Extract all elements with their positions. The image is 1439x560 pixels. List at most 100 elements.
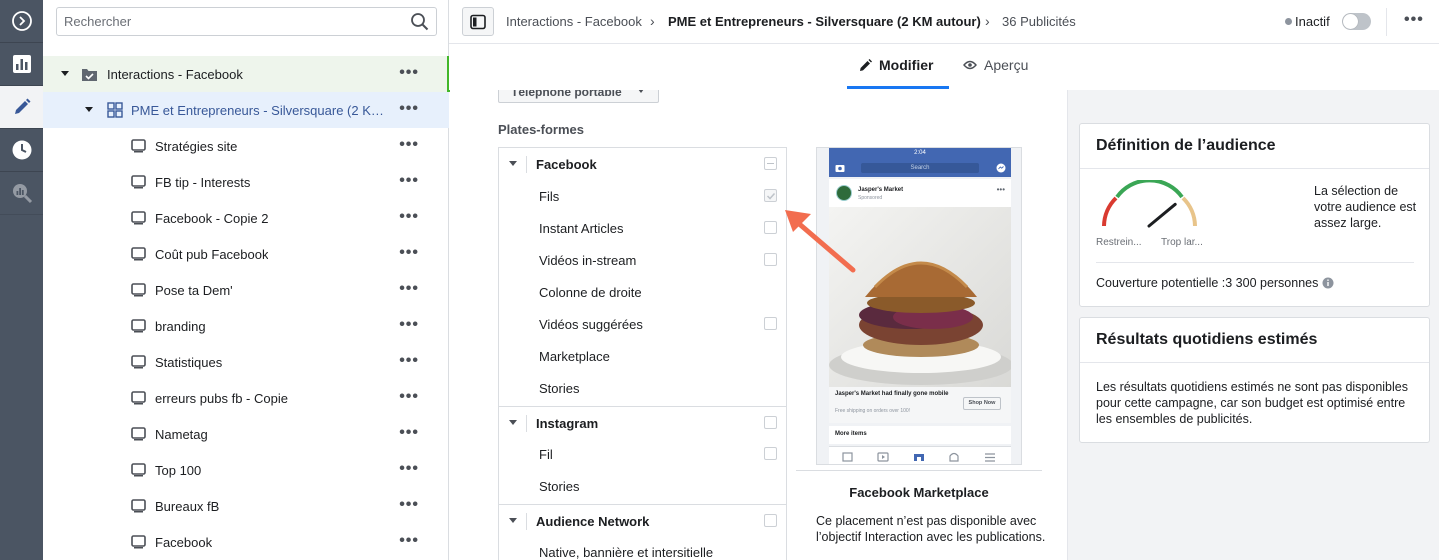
row-more-button[interactable]: ••• — [399, 101, 419, 117]
tab-preview[interactable]: Aperçu — [963, 57, 1028, 73]
placement-row[interactable]: Instant Articles — [499, 212, 786, 244]
tree-row-campaign[interactable]: Interactions - Facebook ••• — [43, 56, 450, 92]
placement-row[interactable]: Fil — [499, 438, 786, 470]
messenger-icon — [996, 163, 1006, 173]
row-more-button[interactable]: ••• — [399, 425, 419, 441]
tree-row-ad[interactable]: Stratégies site ••• — [43, 128, 449, 164]
tree-row-ad[interactable]: Bureaux fB ••• — [43, 488, 449, 524]
platform-group-row[interactable]: Audience Network — [499, 504, 786, 536]
tree-search-box[interactable] — [56, 7, 437, 36]
tree-row-ad[interactable]: Facebook - Copie 2 ••• — [43, 200, 449, 236]
rail-reports-button[interactable] — [0, 43, 43, 86]
header-divider — [1386, 8, 1387, 36]
ad-name: Pose ta Dem' — [155, 283, 233, 298]
row-more-button[interactable]: ••• — [399, 497, 419, 513]
rail-analyze-button[interactable] — [0, 172, 43, 215]
tree-row-ad[interactable]: Nametag ••• — [43, 416, 449, 452]
tree-row-ad[interactable]: Facebook ••• — [43, 524, 449, 560]
row-more-button[interactable]: ••• — [399, 353, 419, 369]
placement-checkbox[interactable] — [764, 189, 777, 202]
tree-row-ad[interactable]: FB tip - Interests ••• — [43, 164, 449, 200]
tree-row-ad[interactable]: Statistiques ••• — [43, 344, 449, 380]
status-toggle[interactable] — [1342, 13, 1371, 30]
placement-checkbox[interactable] — [764, 416, 777, 429]
row-more-button[interactable]: ••• — [399, 137, 419, 153]
status-label: Inactif — [1295, 14, 1330, 29]
edit-preview-tabs: Modifier Aperçu — [449, 44, 1068, 90]
potential-reach-text: Couverture potentielle :3 300 personnes — [1096, 276, 1319, 290]
card-divider — [1080, 362, 1429, 363]
rail-edit-button[interactable] — [0, 86, 43, 129]
placement-checkbox[interactable] — [764, 253, 777, 266]
placement-row[interactable]: Stories — [499, 470, 786, 502]
placement-divider — [796, 470, 1042, 471]
placement-checkbox[interactable] — [764, 514, 777, 527]
row-more-button[interactable]: ••• — [399, 389, 419, 405]
ad-monitor-icon — [131, 139, 146, 153]
placement-row[interactable]: Stories — [499, 372, 786, 404]
placement-row[interactable]: Colonne de droite — [499, 276, 786, 308]
ad-name: branding — [155, 319, 206, 334]
tab-edit[interactable]: Modifier — [859, 57, 933, 73]
toggle-sidebar-button[interactable] — [462, 7, 494, 36]
breadcrumb-ads[interactable]: 36 Publicités — [1002, 14, 1076, 29]
phone-bottom-nav — [829, 446, 1011, 464]
ad-name: FB tip - Interests — [155, 175, 251, 190]
collapse-caret-icon[interactable] — [509, 161, 517, 166]
row-more-button[interactable]: ••• — [399, 245, 419, 261]
breadcrumb-campaign[interactable]: Interactions - Facebook — [506, 14, 642, 29]
rail-toggle-button[interactable] — [0, 0, 43, 43]
phone-cta-title: Jasper's Market had finally gone mobile — [835, 391, 949, 397]
placement-row[interactable]: Vidéos suggérées — [499, 308, 786, 340]
collapse-caret-icon[interactable] — [61, 71, 69, 76]
ad-monitor-icon — [131, 247, 146, 261]
row-more-button[interactable]: ••• — [399, 533, 419, 549]
pencil-icon — [860, 58, 872, 71]
search-icon[interactable] — [410, 12, 430, 32]
phone-more-items: More items — [829, 426, 1011, 444]
row-more-button[interactable]: ••• — [399, 209, 419, 225]
phone-more-icon: ••• — [996, 185, 1005, 194]
tree-row-ad[interactable]: Coût pub Facebook ••• — [43, 236, 449, 272]
placement-title: Facebook Marketplace — [849, 485, 989, 500]
device-dropdown[interactable]: Téléphone portable — [498, 90, 659, 103]
tree-row-ad[interactable]: branding ••• — [43, 308, 449, 344]
row-more-button[interactable]: ••• — [399, 317, 419, 333]
info-icon[interactable] — [1322, 277, 1334, 289]
rail-history-button[interactable] — [0, 129, 43, 172]
row-more-button[interactable]: ••• — [399, 461, 419, 477]
placement-row[interactable]: Native, bannière et intersitielle — [499, 536, 786, 560]
placement-row[interactable]: Vidéos in-stream — [499, 244, 786, 276]
collapse-caret-icon[interactable] — [85, 107, 93, 112]
tree-search-input[interactable] — [64, 14, 394, 29]
placement-label: Native, bannière et intersitielle — [539, 545, 714, 560]
tree-row-ad[interactable]: Top 100 ••• — [43, 452, 449, 488]
placement-checkbox[interactable] — [764, 157, 777, 170]
row-more-button[interactable]: ••• — [399, 173, 419, 189]
audience-description: La sélection de votre audience est assez… — [1314, 184, 1417, 230]
phone-sponsored: Sponsored — [858, 195, 883, 201]
tree-row-ad[interactable]: Pose ta Dem' ••• — [43, 272, 449, 308]
dropdown-caret-icon — [638, 90, 644, 93]
ad-monitor-icon — [131, 391, 146, 405]
placement-checkbox[interactable] — [764, 317, 777, 330]
placement-checkbox[interactable] — [764, 221, 777, 234]
audience-card: Définition de l’audience Restrein... Tro… — [1079, 123, 1430, 307]
tree-row-adset[interactable]: PME et Entrepreneurs - Silversquare (2 K… — [43, 92, 449, 128]
row-more-button[interactable]: ••• — [399, 65, 419, 81]
collapse-caret-icon[interactable] — [509, 420, 517, 425]
placement-row[interactable]: Marketplace — [499, 340, 786, 372]
tree-row-ad[interactable]: erreurs pubs fb - Copie ••• — [43, 380, 449, 416]
placement-checkbox[interactable] — [764, 447, 777, 460]
collapse-caret-icon[interactable] — [509, 518, 517, 523]
platform-group-row[interactable]: Instagram — [499, 406, 786, 438]
placement-row[interactable]: Fils — [499, 180, 786, 212]
card-divider — [1096, 262, 1414, 263]
adset-grid-icon — [107, 102, 123, 118]
row-more-button[interactable]: ••• — [399, 281, 419, 297]
daily-results-text: Les résultats quotidiens estimés ne sont… — [1096, 380, 1408, 426]
platform-group-row[interactable]: Facebook — [499, 148, 786, 180]
header-more-button[interactable]: ••• — [1404, 11, 1424, 29]
ad-monitor-icon — [131, 283, 146, 297]
breadcrumb-adset[interactable]: PME et Entrepreneurs - Silversquare (2 K… — [668, 14, 981, 29]
